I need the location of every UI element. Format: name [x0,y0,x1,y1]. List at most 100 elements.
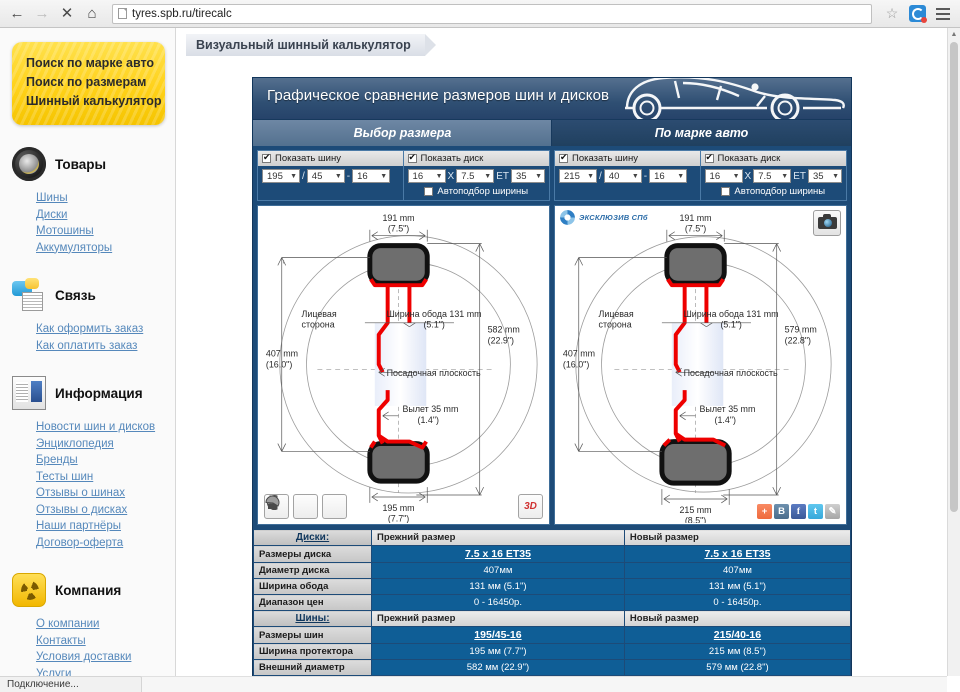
tire-profile-value-new: 40 [608,170,620,182]
show-tire-row-old[interactable]: Показать шину [258,151,403,166]
auto-width-checkbox-new[interactable] [721,187,731,196]
share-twitter[interactable]: t [808,504,823,519]
row-old-tire-size[interactable]: 195/45-16 [371,626,625,644]
row-new-outer-diameter: 579 мм (22.8") [623,659,852,676]
table-row: Диапазон цен 0 - 16450р. 0 - 16450р. [253,594,852,611]
share-vk[interactable]: В [774,504,789,519]
app-header: Графическое сравнение размеров шин и дис… [253,78,851,120]
sidebar-link-how-to-order[interactable]: Как оформить заказ [36,321,175,338]
url-bar[interactable]: tyres.spb.ru/tirecalc [112,3,872,24]
scrollbar-thumb[interactable] [950,42,958,512]
row-label-tire-size: Размеры шин [253,626,372,644]
auto-width-label-new: Автоподбор ширины [734,186,826,197]
auto-width-checkbox-old[interactable] [424,187,434,196]
sidebar-link-offer-agreement[interactable]: Договор-оферта [36,535,175,552]
sidebar-link-services[interactable]: Услуги [36,666,175,677]
home-icon[interactable]: ⌂ [81,3,103,25]
forward-arrow-icon[interactable]: → [31,3,53,25]
tire-profile-select-old[interactable]: 45 ▼ [306,169,345,183]
sidebar-link-about[interactable]: О компании [36,616,175,633]
rim-band-label-new: Ширина обода 131 mm [684,309,779,319]
group-title-disks: Диски: [253,529,372,546]
show-disk-checkbox-new[interactable] [704,152,714,163]
promo-link-by-car[interactable]: Поиск по марке авто [26,54,155,73]
show-disk-row-old[interactable]: Показать диск [403,151,549,166]
promo-search-box: Поиск по марке авто Поиск по размерам Ши… [12,42,165,125]
tread-width-mm-old: 195 mm [382,503,414,513]
diagram-pane-new[interactable]: ЭКСКЛЮЗИВ СПб 191 mm (7.5") 407 mm (16.0… [554,205,847,525]
rim-section-icon[interactable] [265,494,347,519]
hamburger-menu-icon[interactable] [932,7,954,20]
share-plus[interactable]: + [757,504,772,519]
sidebar-link-tire-tests[interactable]: Тесты шин [36,469,175,486]
view-3d-button[interactable]: 3D [518,494,543,519]
row-label-rim-width: Ширина обода [253,578,372,595]
show-disk-checkbox-old[interactable] [407,152,417,163]
promo-link-by-size[interactable]: Поиск по размерам [26,73,155,92]
tire-width-select-old[interactable]: 195 ▼ [262,169,300,183]
disk-width-select-old[interactable]: 7.5 ▼ [456,169,495,183]
sidebar-link-tire-reviews[interactable]: Отзывы о шинах [36,485,175,502]
row-old-disk-size[interactable]: 7.5 x 16 ET35 [371,545,625,563]
share-buttons: + В f t ✎ [757,504,840,519]
sidebar-link-delivery[interactable]: Условия доставки [36,649,175,666]
controls-row: Показать шину 195▼ / 45▼ [253,146,851,205]
show-disk-row-new[interactable]: Показать диск [700,151,846,166]
tire-diameter-select-old[interactable]: 16 ▼ [352,169,391,183]
stop-x-icon[interactable]: ✕ [56,3,78,25]
tread-width-in-new: (8.5") [685,516,706,523]
sidebar-link-disk-reviews[interactable]: Отзывы о дисках [36,502,175,519]
sidebar-link-motorcycle-tires[interactable]: Мотошины [36,223,175,240]
tab-by-car-brand[interactable]: По марке авто [552,120,851,146]
share-livejournal[interactable]: ✎ [825,504,840,519]
show-tire-checkbox-old[interactable] [262,152,271,163]
back-arrow-icon[interactable]: ← [6,3,28,25]
dash-separator-old: - [346,170,351,182]
star-icon[interactable]: ☆ [881,5,903,22]
bolt-icon[interactable] [268,494,318,519]
diagram-pane-old[interactable]: 191 mm (7.5") 407 mm (16.0") 582 mm (22.… [257,205,550,525]
auto-width-row-new[interactable]: Автоподбор ширины [705,186,842,197]
disk-width-select-new[interactable]: 7.5 ▼ [753,169,792,183]
row-new-tire-size[interactable]: 215/40-16 [623,626,852,644]
row-old-outer-diameter: 582 мм (22.9") [371,659,625,676]
table-row: Внешний диаметр 582 мм (22.9") 579 мм (2… [253,659,852,676]
row-new-disk-size[interactable]: 7.5 x 16 ET35 [623,545,852,563]
tire-width-select-new[interactable]: 215 ▼ [559,169,597,183]
view-3d-label: 3D [524,501,537,512]
sidebar-link-contacts[interactable]: Контакты [36,633,175,650]
disk-diameter-select-old[interactable]: 16 ▼ [407,169,446,183]
show-disk-label-new: Показать диск [717,153,781,164]
status-text: Подключение... [7,679,79,690]
status-bar: Подключение... [0,676,142,692]
promo-link-calculator[interactable]: Шинный калькулятор [26,92,162,111]
tire-profile-select-new[interactable]: 40 ▼ [603,169,642,183]
extension-icon[interactable] [909,5,927,23]
show-tire-row-new[interactable]: Показать шину [555,151,700,166]
vertical-scrollbar[interactable]: ▲ [947,28,960,676]
sidebar-link-disks[interactable]: Диски [36,207,175,224]
et-label-new: ET [793,170,806,182]
table-row: Размеры диска 7.5 x 16 ET35 7.5 x 16 ET3… [253,545,852,563]
tire-diameter-select-new[interactable]: 16 ▼ [649,169,688,183]
sidebar-link-tires[interactable]: Шины [36,190,175,207]
col-new-disks: Новый размер [623,529,852,546]
disk-et-select-old[interactable]: 35 ▼ [511,169,545,183]
tire-width-value-new: 215 [564,170,580,182]
auto-width-row-old[interactable]: Автоподбор ширины [408,186,545,197]
sidebar-link-how-to-pay[interactable]: Как оплатить заказ [36,338,175,355]
disk-diameter-select-new[interactable]: 16 ▼ [704,169,743,183]
scroll-up-arrow-icon[interactable]: ▲ [948,28,960,41]
sidebar-link-batteries[interactable]: Аккумуляторы [36,240,175,257]
disk-et-select-new[interactable]: 35 ▼ [808,169,842,183]
show-tire-label-old: Показать шину [275,153,341,164]
sidebar-link-brands[interactable]: Бренды [36,452,175,469]
sidebar-link-partners[interactable]: Наши партнёры [36,518,175,535]
tire-calculator-app: Графическое сравнение размеров шин и дис… [252,77,852,676]
tab-by-size[interactable]: Выбор размера [253,120,552,146]
share-facebook[interactable]: f [791,504,806,519]
sidebar-link-news[interactable]: Новости шин и дисков [36,419,175,436]
sidebar-link-encyclopedia[interactable]: Энциклопедия [36,436,175,453]
section-title-company: Компания [55,582,122,598]
show-tire-checkbox-new[interactable] [559,152,568,163]
